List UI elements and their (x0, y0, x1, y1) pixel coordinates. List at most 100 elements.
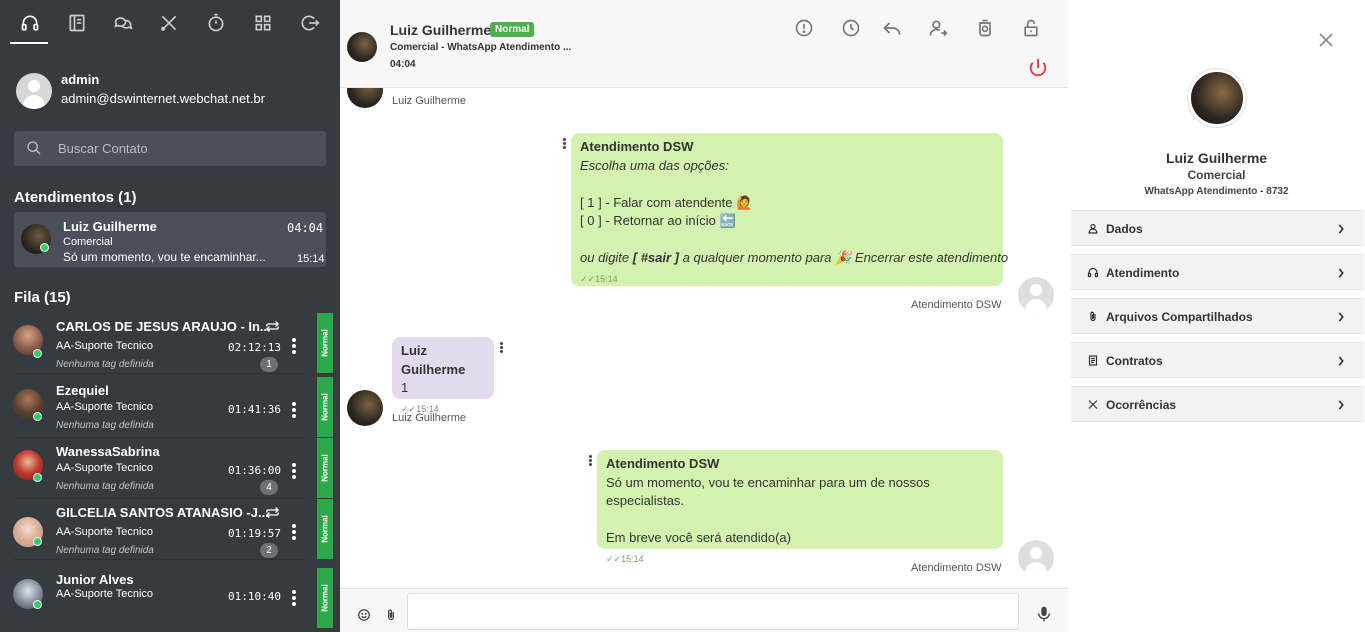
more-options-icon[interactable] (286, 588, 302, 610)
active-chat-card[interactable]: Luiz Guilherme Comercial Só um momento, … (14, 212, 326, 267)
contact-subtitle: Comercial - WhatsApp Atendimento ... (390, 42, 572, 53)
tag-icon[interactable] (975, 18, 997, 40)
message-title: Luiz Guilherme (401, 343, 466, 377)
section-label: Dados (1106, 222, 1143, 236)
message-footer-a: ou digite (580, 250, 633, 265)
online-status-icon (33, 349, 42, 358)
queue-item[interactable]: GILCELIA SANTOS ATANASIO -J... AA-Suport… (0, 499, 340, 560)
message-sender: Luiz Guilherme (392, 95, 466, 107)
more-options-icon[interactable] (286, 336, 302, 358)
transfer-icon (265, 321, 280, 332)
last-message-time: 15:14 (297, 253, 325, 265)
message-text: Em breve você será atendido(a) (606, 530, 791, 545)
tools-icon[interactable] (158, 12, 180, 34)
message-input[interactable] (407, 593, 1019, 630)
stopwatch-icon[interactable] (205, 12, 227, 34)
tag-label: Nenhuma tag definida (56, 359, 154, 370)
divider (14, 373, 304, 374)
alert-icon[interactable] (794, 18, 816, 40)
message-sender: Atendimento DSW (911, 299, 1002, 311)
user-email: admin@dswinternet.webchat.net.br (61, 91, 265, 106)
message-time: ✓✓15:14 (580, 273, 618, 284)
tag-label: Nenhuma tag definida (56, 481, 154, 492)
priority-label: Normal (320, 454, 330, 482)
wait-timer: 01:41:36 (228, 403, 281, 416)
contact-name: CARLOS DE JESUS ARAUJO - In... (56, 319, 271, 334)
contact-connection: WhatsApp Atendimento - 8732 (1144, 186, 1289, 197)
chevron-right-icon (1338, 356, 1344, 366)
more-options-icon[interactable] (286, 400, 302, 422)
transfer-icon (265, 507, 280, 518)
section-contratos[interactable]: Contratos (1071, 342, 1364, 378)
priority-stripe: Normal (317, 499, 333, 559)
unread-badge: 1 (260, 357, 278, 372)
chevron-right-icon (1338, 400, 1344, 410)
section-arquivos[interactable]: Arquivos Compartilhados (1071, 298, 1364, 334)
message-options-icon[interactable] (588, 454, 594, 468)
section-dados[interactable]: Dados (1071, 210, 1364, 246)
queue-item[interactable]: WanessaSabrina AA-Suporte Tecnico Nenhum… (0, 438, 340, 499)
end-chat-power-icon[interactable] (1027, 57, 1049, 79)
document-icon (1088, 355, 1098, 366)
priority-label: Normal (320, 584, 330, 612)
contact-name: GILCELIA SANTOS ATANASIO -J... (56, 505, 269, 520)
wait-timer: 02:12:13 (228, 341, 281, 354)
current-user: admin admin@dswinternet.webchat.net.br (16, 72, 336, 112)
more-options-icon[interactable] (286, 461, 302, 483)
priority-badge: Normal (490, 22, 535, 37)
message-sender: Luiz Guilherme (392, 412, 466, 424)
section-atendimento[interactable]: Atendimento (1071, 254, 1364, 290)
unlock-icon[interactable] (1021, 18, 1043, 40)
logout-icon[interactable] (299, 12, 321, 34)
message-bubble: Atendimento DSW Só um momento, vou te en… (597, 450, 1003, 564)
queue-item[interactable]: Junior Alves AA-Suporte Tecnico 01:10:40… (0, 566, 340, 628)
queue-item[interactable]: CARLOS DE JESUS ARAUJO - In... AA-Suport… (0, 313, 340, 374)
message-title: Atendimento DSW (580, 139, 694, 154)
message-composer (340, 588, 1068, 632)
section-label: Contratos (1106, 354, 1163, 368)
active-tab-indicator (10, 42, 48, 44)
message-options-icon[interactable] (499, 341, 505, 355)
tag-label: Nenhuma tag definida (56, 545, 154, 556)
contact-avatar (347, 390, 383, 426)
dashboard-grid-icon[interactable] (252, 12, 274, 34)
unread-badge: 4 (260, 480, 278, 495)
search-icon (27, 141, 41, 155)
menu-option-0: [ 0 ] - Retornar ao início 🔙 (580, 213, 736, 228)
bot-avatar (1018, 540, 1054, 576)
menu-option-1: [ 1 ] - Falar com atendente 🙋 (580, 194, 753, 210)
clock-icon[interactable] (841, 18, 863, 40)
contact-name: Luiz Guilherme (390, 22, 492, 38)
contact-name: Junior Alves (56, 572, 134, 587)
contact-avatar[interactable] (347, 32, 377, 62)
section-ocorrencias[interactable]: Ocorrências (1071, 386, 1364, 422)
online-status-icon (33, 537, 42, 546)
emoji-icon[interactable] (357, 608, 371, 622)
section-label: Arquivos Compartilhados (1106, 310, 1253, 324)
chat-bubbles-icon[interactable] (112, 12, 134, 34)
online-status-icon (33, 600, 42, 609)
close-icon[interactable] (1318, 32, 1334, 48)
reply-icon[interactable] (882, 18, 904, 40)
queue-item[interactable]: Ezequiel AA-Suporte Tecnico Nenhuma tag … (0, 377, 340, 438)
message-text: Escolha uma das opções: (580, 157, 729, 173)
transfer-user-icon[interactable] (928, 18, 950, 40)
contact-details-panel: Luiz Guilherme Comercial WhatsApp Atendi… (1068, 0, 1365, 632)
message-options-icon[interactable] (562, 137, 568, 151)
attach-icon[interactable] (384, 608, 398, 622)
chevron-right-icon (1338, 268, 1344, 278)
contact-name: Ezequiel (56, 383, 109, 398)
contact-name: Luiz Guilherme (1165, 150, 1268, 166)
section-label: Atendimento (1106, 266, 1180, 280)
contacts-book-icon[interactable] (66, 12, 88, 34)
message-text: Só um momento, vou te encaminhar para um… (606, 474, 930, 509)
priority-stripe: Normal (317, 568, 333, 628)
online-status-icon (33, 412, 42, 421)
message-footer-c: a qualquer momento para 🎉 Encerrar este … (679, 250, 1009, 265)
microphone-icon[interactable] (1036, 605, 1052, 623)
search-contact-box[interactable]: Buscar Contato (14, 131, 326, 166)
search-input[interactable]: Buscar Contato (58, 141, 148, 156)
more-options-icon[interactable] (286, 522, 302, 544)
headset-icon[interactable] (19, 12, 41, 34)
message-sender: Atendimento DSW (911, 562, 1002, 574)
